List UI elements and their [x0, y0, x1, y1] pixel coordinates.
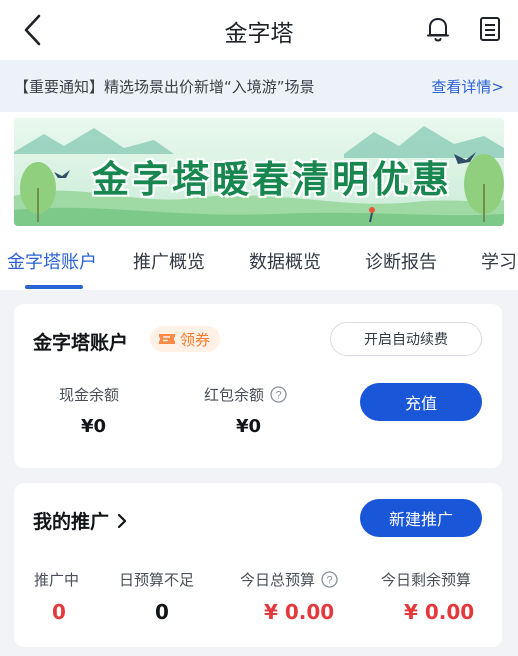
promo-banner[interactable]: 金字塔暖春清明优惠 — [14, 118, 504, 226]
svg-text:?: ? — [275, 390, 281, 402]
bell-icon[interactable] — [426, 15, 450, 43]
help-icon[interactable]: ? — [321, 571, 338, 588]
tab-diagnosis-report[interactable]: 诊断报告 — [365, 248, 437, 274]
promoting-label-text: 推广中 — [34, 571, 80, 589]
tab-learning[interactable]: 学习 — [481, 248, 517, 274]
account-title: 金字塔账户 — [33, 332, 129, 354]
today-remaining-budget-label-text: 今日剩余预算 — [381, 571, 472, 589]
cash-balance-label-text: 现金余额 — [59, 386, 120, 404]
recharge-button[interactable]: 充值 — [360, 383, 482, 421]
redpacket-balance-value: ¥0 — [236, 416, 262, 437]
coupon-label: 领券 — [180, 330, 211, 349]
promoting-value: 0 — [52, 600, 66, 624]
promoting-label: 推广中 — [34, 569, 79, 590]
banner-title: 金字塔暖春清明优惠 — [92, 157, 452, 201]
my-promotion-header[interactable]: 我的推广 — [33, 507, 127, 534]
tab-data-overview[interactable]: 数据概览 — [249, 248, 321, 274]
svg-text:?: ? — [326, 575, 332, 587]
today-remaining-budget-value: ¥ 0.00 — [404, 600, 475, 624]
notice-text: 【重要通知】精选场景出价新增“入境游”场景 — [14, 78, 315, 96]
chevron-right-icon — [117, 513, 127, 528]
active-tab-indicator — [25, 285, 83, 289]
ticket-icon — [159, 334, 175, 344]
tab-promotion-overview[interactable]: 推广概览 — [133, 248, 205, 274]
new-promotion-button[interactable]: 新建推广 — [360, 499, 482, 537]
tab-account[interactable]: 金字塔账户 — [7, 248, 97, 274]
auto-renew-button[interactable]: 开启自动续费 — [330, 322, 482, 356]
help-icon[interactable]: ? — [270, 386, 287, 403]
daily-budget-short-label: 日预算不足 — [119, 569, 194, 590]
banner-section: 金字塔暖春清明优惠 — [0, 112, 518, 230]
daily-budget-short-value: 0 — [155, 600, 169, 624]
today-total-budget-value: ¥ 0.00 — [264, 600, 335, 624]
today-total-budget-label-text: 今日总预算 — [240, 571, 316, 589]
coupon-button[interactable]: 领券 — [150, 326, 221, 352]
daily-budget-short-label-text: 日预算不足 — [119, 571, 195, 589]
top-nav-bar: 金字塔 — [0, 0, 518, 60]
notice-details-link[interactable]: 查看详情> — [431, 76, 504, 97]
today-total-budget-label: 今日总预算 ? — [240, 569, 338, 590]
today-remaining-budget-label: 今日剩余预算 — [381, 569, 471, 590]
account-card: 金字塔账户 领券 开启自动续费 现金余额 ¥0 红包余额 ? ¥0 充值 — [14, 304, 502, 468]
notice-bar: 【重要通知】精选场景出价新增“入境游”场景 查看详情> — [0, 60, 518, 112]
cash-balance-label: 现金余额 — [59, 384, 119, 405]
cash-balance-value: ¥0 — [81, 416, 107, 437]
promotion-card: 我的推广 新建推广 推广中 0 日预算不足 0 今日总预算 ? ¥ 0.00 今… — [14, 483, 502, 647]
redpacket-balance-label: 红包余额 ? — [204, 384, 287, 405]
document-icon[interactable] — [479, 16, 501, 42]
redpacket-balance-label-text: 红包余额 — [204, 386, 265, 404]
tab-bar: 金字塔账户 推广概览 数据概览 诊断报告 学习 — [0, 230, 518, 290]
my-promotion-title: 我的推广 — [33, 511, 110, 533]
